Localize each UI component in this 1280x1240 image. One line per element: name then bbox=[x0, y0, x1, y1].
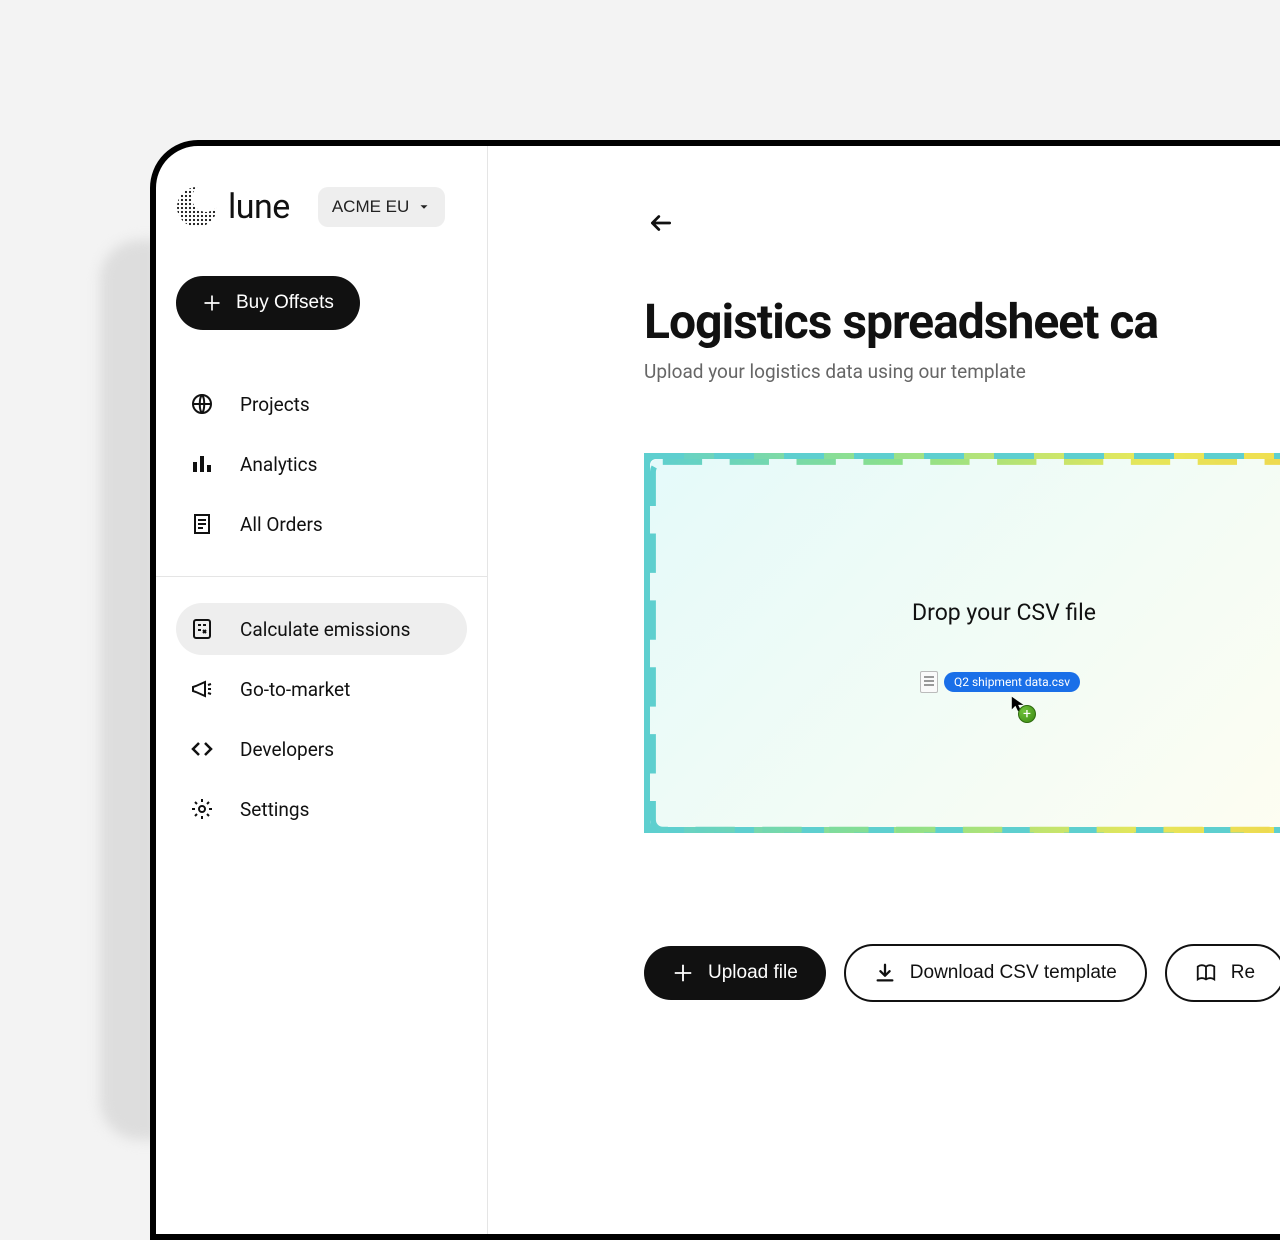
button-label: Download CSV template bbox=[910, 962, 1117, 984]
nav-label: Settings bbox=[240, 798, 309, 821]
dropzone-text: Drop your CSV file bbox=[912, 599, 1096, 626]
nav-label: Calculate emissions bbox=[240, 618, 410, 641]
main-content: Logistics spreadsheet ca Upload your log… bbox=[488, 146, 1280, 1234]
code-icon bbox=[190, 737, 214, 761]
file-dropzone[interactable]: Drop your CSV file Q2 shipment data.csv … bbox=[644, 453, 1280, 833]
megaphone-icon bbox=[190, 677, 214, 701]
sidebar: lune ACME EU Buy Offsets Projects bbox=[156, 146, 488, 1234]
cursor-add-icon: + bbox=[1010, 695, 1028, 713]
download-icon bbox=[874, 962, 896, 984]
page-subtitle: Upload your logistics data using our tem… bbox=[644, 360, 1280, 383]
button-label: Upload file bbox=[708, 962, 798, 984]
brand-logo: lune bbox=[176, 186, 290, 228]
download-template-button[interactable]: Download CSV template bbox=[844, 944, 1147, 1002]
nav-group-1: Projects Analytics All Orders bbox=[176, 374, 467, 554]
globe-icon bbox=[190, 392, 214, 416]
dragged-file: Q2 shipment data.csv bbox=[920, 671, 1080, 693]
logo-mark-icon bbox=[176, 186, 218, 228]
nav-label: Go-to-market bbox=[240, 678, 350, 701]
nav-label: Analytics bbox=[240, 453, 317, 476]
sidebar-item-projects[interactable]: Projects bbox=[176, 378, 467, 430]
buy-offsets-button[interactable]: Buy Offsets bbox=[176, 276, 360, 330]
dragged-file-name: Q2 shipment data.csv bbox=[944, 672, 1080, 692]
chevron-down-icon bbox=[417, 200, 431, 214]
sidebar-item-all-orders[interactable]: All Orders bbox=[176, 498, 467, 550]
nav-label: All Orders bbox=[240, 513, 323, 536]
sidebar-item-settings[interactable]: Settings bbox=[176, 783, 467, 835]
sidebar-item-developers[interactable]: Developers bbox=[176, 723, 467, 775]
plus-icon bbox=[202, 293, 222, 313]
sidebar-item-analytics[interactable]: Analytics bbox=[176, 438, 467, 490]
org-switcher[interactable]: ACME EU bbox=[318, 187, 445, 227]
nav-group-2: Calculate emissions Go-to-market Develop… bbox=[176, 599, 467, 839]
page-title: Logistics spreadsheet ca bbox=[644, 293, 1280, 350]
file-icon bbox=[920, 671, 938, 693]
action-row: Upload file Download CSV template Re bbox=[644, 944, 1280, 1002]
sidebar-divider bbox=[156, 576, 487, 577]
brand-name: lune bbox=[228, 187, 290, 227]
cta-label: Buy Offsets bbox=[236, 292, 334, 314]
device-frame: lune ACME EU Buy Offsets Projects bbox=[150, 140, 1280, 1240]
gear-icon bbox=[190, 797, 214, 821]
sidebar-item-go-to-market[interactable]: Go-to-market bbox=[176, 663, 467, 715]
org-switcher-label: ACME EU bbox=[332, 197, 409, 217]
sidebar-item-calculate-emissions[interactable]: Calculate emissions bbox=[176, 603, 467, 655]
receipt-icon bbox=[190, 512, 214, 536]
nav-label: Developers bbox=[240, 738, 334, 761]
plus-icon bbox=[672, 962, 694, 984]
arrow-left-icon bbox=[648, 210, 674, 236]
nav-label: Projects bbox=[240, 393, 310, 416]
read-docs-button[interactable]: Re bbox=[1165, 944, 1280, 1002]
back-button[interactable] bbox=[644, 206, 678, 243]
upload-file-button[interactable]: Upload file bbox=[644, 946, 826, 1000]
bars-icon bbox=[190, 452, 214, 476]
calculator-icon bbox=[190, 617, 214, 641]
dropzone-border-icon bbox=[650, 459, 1280, 833]
button-label: Re bbox=[1231, 962, 1255, 984]
book-icon bbox=[1195, 962, 1217, 984]
